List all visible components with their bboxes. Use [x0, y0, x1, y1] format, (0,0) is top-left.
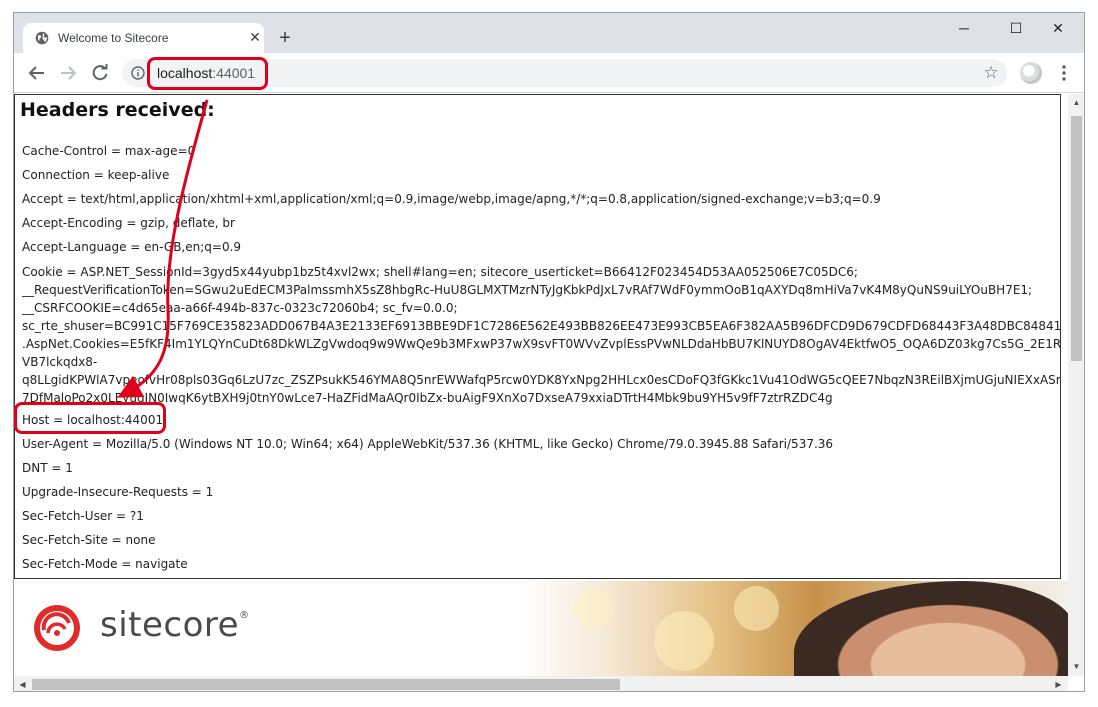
headers-panel: Headers received: Cache-Control = max-ag…	[14, 94, 1061, 579]
cookie-line: VB7lckqdx8-	[22, 355, 98, 369]
vertical-scrollbar[interactable]: ▲ ▼	[1068, 94, 1084, 676]
url-callout-box	[147, 57, 268, 90]
scroll-right-arrow-icon[interactable]: ▶	[1054, 680, 1063, 689]
new-tab-button[interactable]: +	[274, 27, 296, 49]
header-line: Accept-Language = en-GB,en;q=0.9	[22, 240, 242, 254]
cookie-line: __CSRFCOOKIE=c4d65eaa-a66f-494b-837c-032…	[22, 301, 458, 315]
close-tab-icon[interactable]: ✕	[247, 28, 263, 46]
vertical-scroll-thumb[interactable]	[1071, 116, 1082, 361]
bookmark-star-icon[interactable]: ☆	[981, 62, 1001, 84]
bokeh-light	[574, 589, 614, 629]
header-line: Cache-Control = max-age=0	[22, 144, 196, 158]
back-arrow-icon[interactable]	[26, 62, 48, 84]
header-line: DNT = 1	[22, 461, 73, 475]
horizontal-scroll-thumb[interactable]	[32, 679, 620, 690]
banner-photo	[794, 581, 1068, 676]
forward-arrow-icon[interactable]	[57, 62, 79, 84]
cookie-line: 7DfMaloPo2x0LEyugIN0IwqK6ytBXH9j0tnY0wLc…	[22, 391, 833, 405]
header-line: Connection = keep-alive	[22, 168, 170, 182]
header-line: Upgrade-Insecure-Requests = 1	[22, 485, 214, 499]
kebab-menu-icon[interactable]	[1054, 62, 1074, 84]
browser-window: Welcome to Sitecore ✕ + ─ ☐ ✕ localhost:…	[13, 12, 1085, 692]
host-callout-box	[14, 402, 166, 434]
header-line: Sec-Fetch-Site = none	[22, 533, 156, 547]
headers-list: Cache-Control = max-age=0 Connection = k…	[22, 143, 1061, 578]
cookie-line: __RequestVerificationToken=SGwu2uEdECM3P…	[22, 283, 1033, 297]
page-viewport: Headers received: Cache-Control = max-ag…	[14, 94, 1068, 676]
scroll-up-arrow-icon[interactable]: ▲	[1072, 98, 1081, 107]
profile-avatar[interactable]	[1020, 62, 1042, 84]
cookie-line: .AspNet.Cookies=E5fKF4Im1YLQYnCuDt68DkWL…	[22, 337, 1061, 351]
trademark: ®	[239, 610, 250, 621]
sitecore-logo-icon	[34, 605, 80, 651]
page-title: Headers received:	[20, 99, 215, 121]
cookie-header: Cookie = ASP.NET_SessionId=3gyd5x44yubp1…	[22, 263, 1061, 407]
cookie-line: q8LLgidKPWlA7vpeofvHr08pls03Gq6LzU7zc_ZS…	[22, 373, 1061, 387]
tab-title: Welcome to Sitecore	[58, 31, 169, 45]
globe-icon	[35, 31, 49, 45]
sitecore-wordmark: sitecore®	[100, 605, 250, 645]
header-line: Accept = text/html,application/xhtml+xml…	[22, 192, 881, 206]
scroll-down-arrow-icon[interactable]: ▼	[1072, 662, 1081, 671]
cookie-line: Cookie = ASP.NET_SessionId=3gyd5x44yubp1…	[22, 265, 858, 279]
header-line: Sec-Fetch-User = ?1	[22, 509, 144, 523]
reload-icon[interactable]	[89, 62, 111, 84]
sitecore-banner: sitecore®	[14, 581, 1068, 676]
maximize-button[interactable]: ☐	[993, 17, 1039, 39]
cookie-line: sc_rte_shuser=BC991C15F769CE35823ADD067B…	[22, 319, 1061, 333]
header-line: User-Agent = Mozilla/5.0 (Windows NT 10.…	[22, 437, 834, 451]
tab-welcome-to-sitecore[interactable]: Welcome to Sitecore ✕	[23, 23, 264, 53]
host-header-line: Host = localhost:44001	[22, 413, 164, 427]
horizontal-scrollbar[interactable]: ◀ ▶	[14, 676, 1068, 691]
bokeh-light	[734, 586, 779, 631]
info-icon[interactable]	[131, 66, 145, 80]
header-line: Sec-Fetch-Mode = navigate	[22, 557, 188, 571]
minimize-button[interactable]: ─	[941, 17, 987, 39]
close-window-button[interactable]: ✕	[1035, 17, 1081, 39]
header-line: Accept-Encoding = gzip, deflate, br	[22, 216, 235, 230]
scroll-left-arrow-icon[interactable]: ◀	[18, 680, 27, 689]
title-bar: Welcome to Sitecore ✕ + ─ ☐ ✕	[14, 13, 1084, 53]
brand-text: sitecore	[100, 605, 240, 645]
bokeh-light	[654, 611, 714, 671]
